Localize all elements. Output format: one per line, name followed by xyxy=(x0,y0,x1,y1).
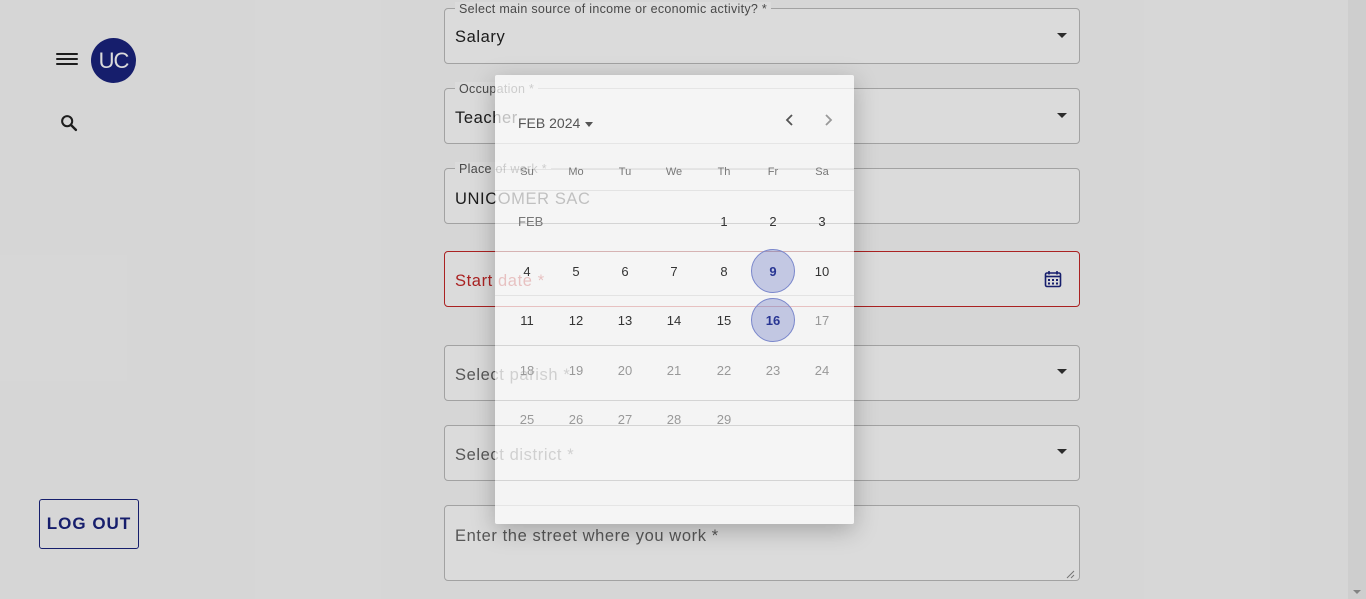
calendar-day[interactable]: 3 xyxy=(800,199,844,243)
calendar-day[interactable]: 7 xyxy=(652,249,696,293)
calendar-day[interactable]: 5 xyxy=(554,249,598,293)
previous-month-button[interactable] xyxy=(778,108,802,132)
next-month-button[interactable] xyxy=(816,108,840,132)
calendar-day[interactable]: 1 xyxy=(702,199,746,243)
calendar-day-selected[interactable]: 9 xyxy=(751,249,795,293)
calendar-day[interactable]: 13 xyxy=(603,298,647,342)
month-row-label: FEB xyxy=(518,214,544,229)
weekday-label: We xyxy=(665,166,683,178)
calendar-day[interactable]: 15 xyxy=(702,298,746,342)
calendar-day[interactable]: 25 xyxy=(505,397,549,441)
weekday-label: Fr xyxy=(767,166,779,178)
calendar-day[interactable]: 10 xyxy=(800,249,844,293)
weekday-label: Su xyxy=(520,166,534,178)
calendar-day[interactable]: 22 xyxy=(702,348,746,392)
weekday-label: Sa xyxy=(815,166,829,178)
weekday-label: Tu xyxy=(618,166,632,178)
weekday-label: Mo xyxy=(568,166,584,178)
caret-down-icon xyxy=(585,121,594,127)
calendar-day[interactable]: 26 xyxy=(554,397,598,441)
month-year-label: FEB 2024 xyxy=(518,115,581,131)
calendar-day[interactable]: 4 xyxy=(505,249,549,293)
weekday-label: Th xyxy=(717,166,731,178)
calendar-day[interactable]: 17 xyxy=(800,298,844,342)
calendar-day[interactable]: 21 xyxy=(652,348,696,392)
calendar-day[interactable]: 19 xyxy=(554,348,598,392)
calendar-day[interactable]: 8 xyxy=(702,249,746,293)
calendar-day[interactable]: 14 xyxy=(652,298,696,342)
calendar-day[interactable]: 20 xyxy=(603,348,647,392)
calendar-day[interactable]: 18 xyxy=(505,348,549,392)
calendar-day[interactable]: 27 xyxy=(603,397,647,441)
calendar-day[interactable]: 2 xyxy=(751,199,795,243)
calendar-day[interactable]: 29 xyxy=(702,397,746,441)
calendar-day[interactable]: 28 xyxy=(652,397,696,441)
calendar-day[interactable]: 24 xyxy=(800,348,844,392)
date-picker-dialog: FEB 2024 Su Mo Tu We Th Fr Sa FEB 1 2 3 4 5 6 7 8 9 10 1… xyxy=(495,75,854,524)
calendar-day[interactable]: 6 xyxy=(603,249,647,293)
calendar-day[interactable]: 11 xyxy=(505,298,549,342)
calendar-day[interactable]: 23 xyxy=(751,348,795,392)
month-year-selector[interactable]: FEB 2024 xyxy=(518,115,594,131)
calendar-day[interactable]: 12 xyxy=(554,298,598,342)
calendar-day-selected[interactable]: 16 xyxy=(751,298,795,342)
